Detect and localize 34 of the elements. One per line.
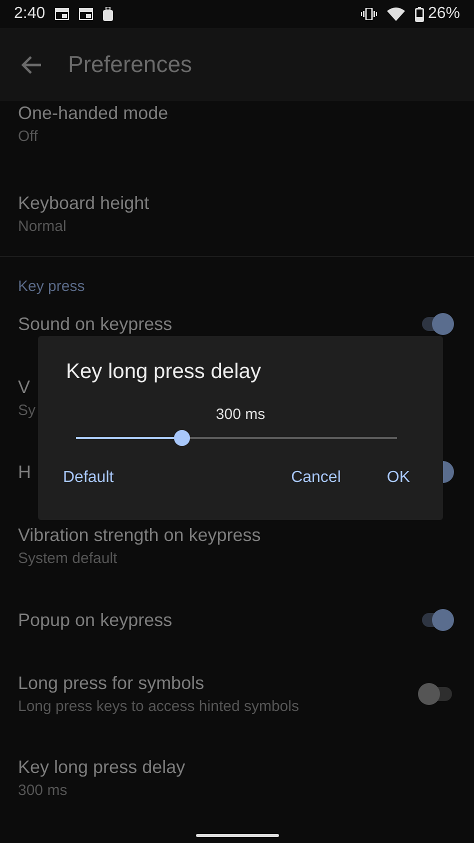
setting-title: Popup on keypress (18, 610, 172, 630)
screen-title: Preferences (68, 51, 192, 78)
dialog-button[interactable]: Cancel (286, 465, 346, 491)
toggle-switch[interactable] (418, 683, 454, 705)
setting-value: 300 ms (18, 782, 68, 799)
dialog-button[interactable]: Default (58, 465, 119, 491)
setting-title: H (18, 462, 31, 482)
setting-value: Long press keys to access hinted symbols (18, 698, 299, 715)
section-header: Key press (18, 278, 85, 295)
vibrate-icon (360, 8, 377, 20)
setting-title: Sound on keypress (18, 314, 172, 334)
wifi-icon (386, 7, 405, 21)
dialog-title: Key long press delay (66, 360, 262, 384)
dialog-button[interactable]: OK (382, 465, 415, 491)
setting-value: Normal (18, 218, 68, 235)
back-arrow-icon[interactable] (20, 54, 42, 74)
luggage-icon (103, 6, 114, 22)
setting-title: One-handed mode (18, 103, 168, 124)
calendar-icon (79, 8, 94, 20)
clock-time: 2:40 (14, 5, 46, 23)
battery-percentage: 26% (428, 5, 460, 23)
slider-value: 300 ms (216, 406, 266, 423)
slider-thumb[interactable] (174, 430, 190, 446)
slider-track[interactable] (76, 430, 397, 446)
setting-value: Off (18, 128, 39, 145)
setting-title: Keyboard height (18, 193, 150, 214)
setting-title: Vibration strength on keypress (18, 525, 261, 546)
setting-title: Long press for symbols (18, 673, 206, 694)
setting-title: Key long press delay (18, 757, 186, 778)
setting-value: System default (18, 550, 118, 567)
calendar-icon (55, 8, 70, 20)
setting-title: V (18, 377, 32, 398)
battery-icon (414, 6, 424, 22)
setting-value: Sy (18, 402, 36, 419)
